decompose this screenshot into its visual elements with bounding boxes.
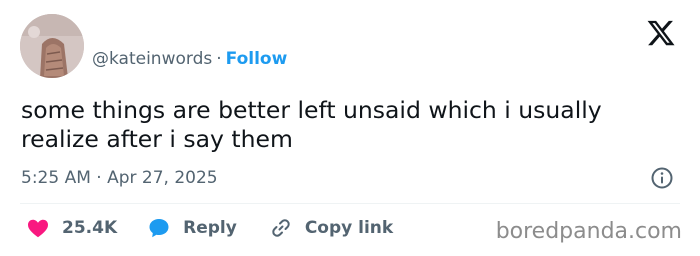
meta-separator: · <box>96 168 102 188</box>
action-bar: 25.4K Reply Copy link <box>26 216 393 240</box>
tweet-meta: 5:25 AM · Apr 27, 2025 <box>21 166 218 190</box>
info-icon[interactable] <box>650 166 674 190</box>
heart-icon <box>28 219 48 238</box>
author-row: @katеinwords · Follow <box>92 47 287 71</box>
like-button[interactable]: 25.4K <box>26 216 117 240</box>
follow-button[interactable]: Follow <box>226 49 288 69</box>
link-icon <box>272 219 290 237</box>
divider <box>20 203 680 204</box>
reply-label: Reply <box>183 218 237 238</box>
tweet-text: some things are better left unsaid which… <box>21 96 602 153</box>
avatar-photo <box>20 14 84 78</box>
x-logo-icon[interactable] <box>646 18 676 48</box>
like-count: 25.4K <box>62 218 118 238</box>
copy-link-label: Copy link <box>304 218 394 238</box>
handle-separator: · <box>216 49 222 69</box>
tweet-date[interactable]: Apr 27, 2025 <box>107 168 218 188</box>
reply-button[interactable]: Reply <box>147 216 237 240</box>
copy-link-button[interactable]: Copy link <box>269 216 393 240</box>
watermark: boredpanda.com <box>495 219 682 244</box>
author-handle[interactable]: @katеinwords <box>92 49 212 69</box>
tweet-time[interactable]: 5:25 AM <box>21 168 91 188</box>
avatar[interactable] <box>20 14 84 78</box>
speech-bubble-icon <box>149 219 169 238</box>
